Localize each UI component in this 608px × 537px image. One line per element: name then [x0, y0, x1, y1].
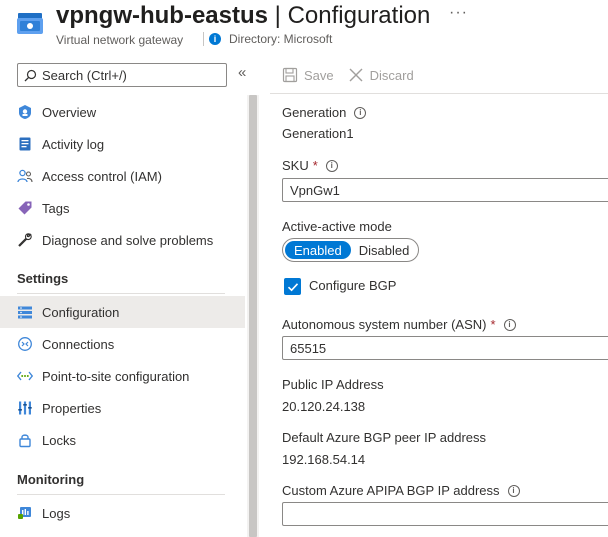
blade-title: Configuration [287, 2, 431, 29]
sidebar-scrollbar[interactable] [247, 95, 259, 537]
lock-icon [16, 431, 34, 449]
resource-type: Virtual network gateway [56, 33, 184, 47]
toggle-enabled-option[interactable]: Enabled [285, 241, 351, 259]
active-active-toggle[interactable]: Enabled Disabled [282, 238, 419, 262]
wrench-icon [16, 231, 34, 249]
save-icon [282, 67, 298, 83]
nav-item-configuration[interactable]: Configuration [0, 296, 245, 328]
bgp-peer-ip-label: Default Azure BGP peer IP address [282, 430, 487, 445]
logs-icon [16, 504, 34, 522]
search-icon [24, 69, 37, 81]
discard-label: Discard [369, 67, 414, 83]
nav-item-label: Configuration [42, 304, 120, 320]
nav-item-label: Activity log [42, 136, 105, 152]
save-button[interactable]: Save [282, 67, 334, 83]
field-label: Custom Azure APIPA BGP IP address [282, 483, 500, 498]
configure-bgp-label[interactable]: Configure BGP [309, 278, 396, 293]
toggle-disabled-option[interactable]: Disabled [351, 243, 418, 258]
asn-input[interactable]: 65515 [282, 336, 608, 360]
nav-item-label: Diagnose and solve problems [42, 232, 214, 248]
generation-value: Generation1 [282, 126, 354, 141]
divider [270, 93, 608, 94]
directory-label: Directory: Microsoft [229, 32, 333, 46]
nav-item-label: Tags [42, 200, 70, 216]
collapse-menu-button[interactable]: « [238, 64, 246, 81]
nav-item-properties[interactable]: Properties [0, 392, 245, 424]
vpn-gateway-resource-icon [17, 13, 43, 34]
nav-item-label: Locks [42, 432, 76, 448]
divider [203, 32, 204, 46]
generation-label: Generation i [282, 105, 367, 120]
directory-info: i Directory: Microsoft [203, 32, 332, 46]
close-icon [349, 68, 363, 82]
connections-icon [16, 335, 34, 353]
sku-input[interactable]: VpnGw1 [282, 178, 608, 202]
nav-item-overview[interactable]: Overview [0, 96, 245, 128]
info-icon[interactable]: i [325, 159, 338, 172]
section-heading-monitoring: Monitoring [17, 472, 85, 487]
configuration-blade: vpngw-hub-eastus | Configuration ··· Vir… [0, 0, 608, 537]
info-icon: i [209, 33, 221, 45]
sku-label: SKU * i [282, 158, 338, 173]
scrollbar-thumb[interactable] [249, 95, 257, 537]
asn-label: Autonomous system number (ASN) * i [282, 317, 516, 332]
point-to-site-icon [16, 367, 34, 385]
public-ip-value: 20.120.24.138 [282, 399, 366, 414]
nav-item-point-to-site[interactable]: Point-to-site configuration [0, 360, 245, 392]
checkmark-icon [287, 282, 298, 291]
discard-button[interactable]: Discard [348, 67, 414, 83]
configuration-icon [16, 303, 34, 321]
tag-icon [16, 199, 34, 217]
apipa-input[interactable] [282, 502, 608, 526]
nav-item-diagnose[interactable]: Diagnose and solve problems [0, 224, 245, 256]
activity-log-icon [16, 135, 34, 153]
nav-item-connections[interactable]: Connections [0, 328, 245, 360]
command-bar: Save Discard [282, 64, 428, 86]
save-label: Save [304, 67, 334, 83]
nav-item-label: Connections [42, 336, 115, 352]
resource-name: vpngw-hub-eastus [56, 2, 269, 29]
divider [17, 494, 225, 495]
nav-item-access-control[interactable]: Access control (IAM) [0, 160, 245, 192]
field-label: Autonomous system number (ASN) [282, 317, 487, 332]
required-indicator: * [312, 158, 318, 173]
divider [17, 293, 225, 294]
field-label: SKU [282, 158, 309, 173]
section-heading-settings: Settings [17, 271, 69, 286]
page-title: vpngw-hub-eastus | Configuration [56, 2, 430, 30]
more-options-button[interactable]: ··· [449, 4, 468, 22]
search-input[interactable]: Search (Ctrl+/) [17, 63, 227, 87]
info-icon[interactable]: i [507, 484, 520, 497]
nav-item-label: Properties [42, 400, 102, 416]
vpn-gateway-icon [16, 103, 34, 121]
info-icon[interactable]: i [503, 318, 516, 331]
configure-bgp-checkbox[interactable] [284, 278, 301, 295]
blade-header: vpngw-hub-eastus | Configuration ··· Vir… [0, 0, 608, 56]
nav-item-logs[interactable]: Logs [0, 497, 245, 529]
required-indicator: * [490, 317, 496, 332]
info-icon[interactable]: i [354, 106, 367, 119]
nav-item-label: Access control (IAM) [42, 168, 162, 184]
nav-item-label: Overview [42, 104, 97, 120]
bgp-peer-ip-value: 192.168.54.14 [282, 452, 366, 467]
title-separator: | [268, 2, 288, 29]
people-icon [16, 167, 34, 185]
nav-item-activity-log[interactable]: Activity log [0, 128, 245, 160]
field-label: Generation [282, 105, 347, 120]
nav-item-label: Logs [42, 505, 71, 521]
public-ip-label: Public IP Address [282, 377, 384, 392]
properties-icon [16, 399, 34, 417]
apipa-label: Custom Azure APIPA BGP IP address i [282, 483, 520, 498]
nav-item-locks[interactable]: Locks [0, 424, 245, 456]
nav-item-tags[interactable]: Tags [0, 192, 245, 224]
search-placeholder: Search (Ctrl+/) [42, 67, 127, 83]
active-active-label: Active-active mode [282, 219, 392, 234]
nav-item-label: Point-to-site configuration [42, 368, 190, 384]
